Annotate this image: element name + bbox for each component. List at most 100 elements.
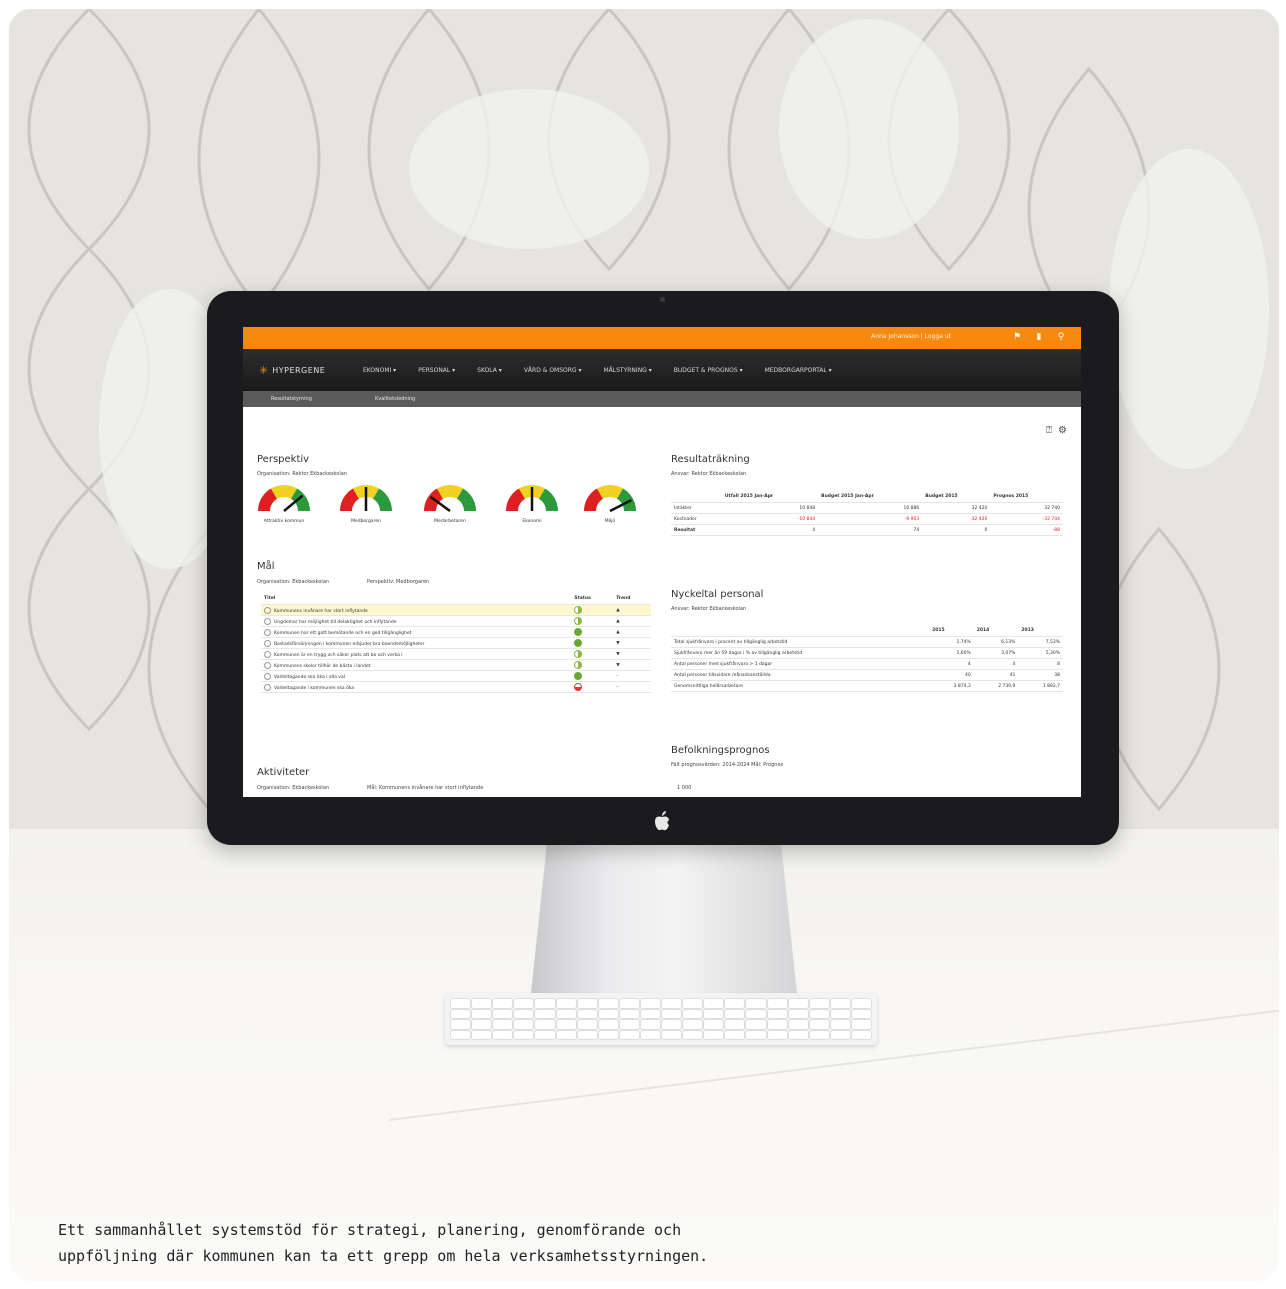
row-checkbox[interactable] <box>264 683 271 691</box>
menu-budget-prognos[interactable]: BUDGET & PROGNOS ▾ <box>674 367 743 374</box>
table-cell: 3,07% <box>973 647 1019 659</box>
app-screen: Anna Johansson | Logga ut ⚑ ▮ ⚲ ✳ HYPERG… <box>243 327 1081 797</box>
table-cell: 1,60% <box>929 647 974 659</box>
table-row: Intäkter 10 848 10 886 32 420 32 740 <box>671 502 1063 514</box>
row-checkbox[interactable] <box>264 672 271 680</box>
table-cell: 10 886 <box>818 502 923 514</box>
keyboard-key <box>640 1009 660 1018</box>
menu-ekonomi[interactable]: EKONOMI ▾ <box>363 367 396 374</box>
mal-org: Organisation: Ekbackeskolan <box>257 579 330 585</box>
help-icon[interactable]: ⍰ <box>1046 425 1052 436</box>
row-checkbox[interactable] <box>264 628 271 636</box>
keyboard <box>445 993 877 1045</box>
menu-vard-omsorg[interactable]: VÅRD & OMSORG ▾ <box>524 367 582 374</box>
keyboard-key <box>662 999 682 1008</box>
column-header: Budget 2015 <box>922 491 991 503</box>
col-status[interactable]: Status <box>571 593 614 605</box>
subnav-kvalitetsledning[interactable]: Kvalitetsledning <box>375 396 415 402</box>
keyboard-key <box>683 1009 703 1018</box>
table-row: Antal personer med sjukfrånvaro > 1 daga… <box>671 658 1063 670</box>
table-cell: 4 <box>929 658 974 670</box>
row-label: Sjukfrånvaro mer än 59 dagar i % av till… <box>671 647 930 659</box>
aktiviteter-mal: Mål: Kommunens invånare har stort inflyt… <box>367 785 484 791</box>
sub-nav: Resultatstyrning Kvalitetsledning <box>243 391 1081 407</box>
trend-arrow: ▲ <box>613 604 651 616</box>
row-checkbox[interactable] <box>264 617 271 625</box>
logo[interactable]: ✳ HYPERGENE <box>259 365 325 376</box>
menu-skola[interactable]: SKOLA ▾ <box>477 367 502 374</box>
flag-icon[interactable]: ⚑ <box>1011 331 1023 343</box>
subnav-resultatstyrning[interactable]: Resultatstyrning <box>271 396 312 402</box>
keyboard-key <box>767 1020 787 1029</box>
apple-logo-icon <box>655 811 669 831</box>
monitor: Anna Johansson | Logga ut ⚑ ▮ ⚲ ✳ HYPERG… <box>207 291 1119 845</box>
keyboard-key <box>598 1009 618 1018</box>
trend-arrow: – <box>613 681 651 693</box>
row-title: Kommunen är en trygg och säker plats att… <box>274 652 403 658</box>
top-bar: Anna Johansson | Logga ut ⚑ ▮ ⚲ <box>243 327 1081 349</box>
keyboard-key <box>851 999 871 1008</box>
status-indicator <box>574 661 583 669</box>
aktiviteter-title: Aktiviteter <box>257 767 310 778</box>
keyboard-key <box>556 1009 576 1018</box>
menu-medborgarportal[interactable]: MEDBORGARPORTAL ▾ <box>765 367 832 374</box>
table-cell: 74 <box>818 524 923 536</box>
menu-personal[interactable]: PERSONAL ▾ <box>418 367 455 374</box>
table-row[interactable]: Valdeltagande ska öka i alla val – <box>261 670 651 682</box>
row-checkbox[interactable] <box>264 639 271 647</box>
keyboard-key <box>556 1020 576 1029</box>
column-header <box>671 625 930 637</box>
table-cell: 38 <box>1018 669 1063 681</box>
column-header: 2014 <box>973 625 1019 637</box>
table-cell: 4 <box>721 524 819 536</box>
keyboard-key <box>683 999 703 1008</box>
gauge-label: Medarbetaren <box>434 519 466 524</box>
keyboard-key <box>851 1030 871 1039</box>
keyboard-key <box>767 1030 787 1039</box>
table-row[interactable]: Kommunen är en trygg och säker plats att… <box>261 648 651 660</box>
keyboard-key <box>577 1009 597 1018</box>
gauge-label: Ekonomi <box>522 519 542 524</box>
keyboard-key <box>746 1030 766 1039</box>
table-cell: -10 844 <box>721 513 819 525</box>
keyboard-key <box>746 1009 766 1018</box>
column-header: 2015 <box>929 625 974 637</box>
row-checkbox[interactable] <box>264 661 271 669</box>
table-row[interactable]: Kommunens invånare har stort inflytande ▲ <box>261 604 651 616</box>
table-row[interactable]: Kommunens skolor tillhör de bästa i land… <box>261 659 651 671</box>
keyboard-key <box>788 999 808 1008</box>
gauge-1 <box>340 485 392 511</box>
table-cell: 32 420 <box>922 502 991 514</box>
row-checkbox[interactable] <box>264 650 271 658</box>
search-icon[interactable]: ⚲ <box>1055 331 1067 343</box>
keyboard-key <box>535 1030 555 1039</box>
camera <box>660 297 665 302</box>
keyboard-key <box>451 1020 471 1029</box>
column-header: Budget 2015 Jan-Apr <box>818 491 923 503</box>
bookmark-icon[interactable]: ▮ <box>1033 331 1045 343</box>
user-link[interactable]: Anna Johansson | Logga ut <box>871 333 951 340</box>
col-titel[interactable]: Titel <box>261 593 572 605</box>
resultat-ansvar: Ansvar: Rektor Ekbackeskolan <box>671 471 747 477</box>
col-trend[interactable]: Trend <box>613 593 651 605</box>
table-row: Antal personer tillsvidare månadsanställ… <box>671 669 1063 681</box>
menu-malstyrning[interactable]: MÅLSTYRNING ▾ <box>604 367 652 374</box>
keyboard-key <box>767 999 787 1008</box>
table-row[interactable]: Kommunen har ett gott bemötande och en g… <box>261 626 651 638</box>
keyboard-key <box>809 1009 829 1018</box>
keyboard-key <box>619 1030 639 1039</box>
table-row[interactable]: Bostadsförsörjningen i kommunen erbjuder… <box>261 637 651 649</box>
keyboard-key <box>472 1030 492 1039</box>
row-label: Total sjukfrånvaro i procent av tillgäng… <box>671 636 930 648</box>
table-cell: 0 <box>922 524 991 536</box>
gauge-2 <box>424 485 476 513</box>
settings-gear-icon[interactable]: ⚙ <box>1058 425 1067 436</box>
gauge-label: Medborgaren <box>351 519 381 524</box>
gauge-4 <box>584 485 636 513</box>
keyboard-key <box>746 999 766 1008</box>
photo-card: Anna Johansson | Logga ut ⚑ ▮ ⚲ ✳ HYPERG… <box>9 9 1279 1281</box>
table-row[interactable]: Valdeltagande i kommunen ska öka – <box>261 681 651 693</box>
monitor-stand <box>531 843 797 993</box>
row-checkbox[interactable] <box>264 606 271 614</box>
table-row[interactable]: Ungdomar har möjlighet till delaktighet … <box>261 615 651 627</box>
